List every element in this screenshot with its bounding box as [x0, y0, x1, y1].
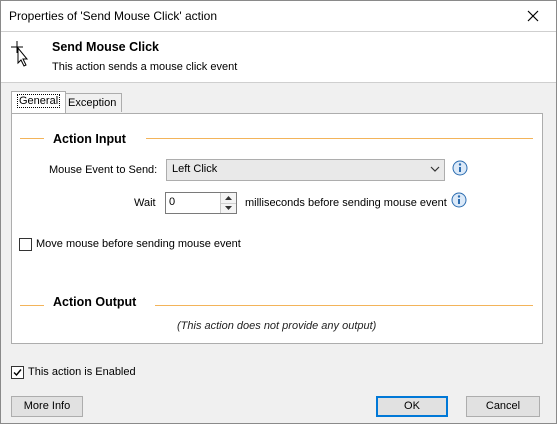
info-icon[interactable] — [452, 160, 468, 176]
window-title: Properties of 'Send Mouse Click' action — [9, 9, 218, 23]
spin-down-button[interactable] — [221, 203, 236, 213]
mouse-event-label: Mouse Event to Send: — [49, 164, 158, 176]
wait-ms-value: 0 — [169, 196, 176, 208]
move-mouse-label[interactable]: Move mouse before sending mouse event — [36, 238, 241, 250]
chevron-down-icon — [430, 166, 440, 172]
section-divider — [155, 305, 533, 306]
tab-general[interactable]: General — [11, 91, 67, 113]
section-divider — [20, 138, 44, 139]
mouse-event-value: Left Click — [172, 163, 218, 175]
section-divider — [146, 138, 533, 139]
action-output-title: Action Output — [53, 295, 137, 309]
close-icon — [527, 10, 539, 22]
enabled-checkbox[interactable] — [11, 366, 24, 379]
enabled-label[interactable]: This action is Enabled — [28, 366, 136, 378]
tab-exception-handling[interactable]: Exception Handling — [62, 93, 123, 127]
mouse-event-select[interactable]: Left Click — [166, 159, 445, 181]
title-bar[interactable]: Properties of 'Send Mouse Click' action — [1, 1, 556, 31]
wait-suffix-label: milliseconds before sending mouse event — [245, 197, 447, 209]
action-description: This action sends a mouse click event — [52, 61, 238, 73]
action-input-title: Action Input — [53, 132, 126, 146]
general-tab-panel: Action Input Mouse Event to Send: Left C… — [11, 113, 543, 344]
output-note: (This action does not provide any output… — [177, 320, 377, 332]
close-button[interactable] — [510, 1, 556, 31]
move-mouse-checkbox[interactable] — [19, 238, 32, 251]
spin-buttons — [220, 193, 236, 213]
mouse-pointer-icon — [11, 41, 29, 67]
section-divider — [20, 305, 44, 306]
tab-general-label: General — [17, 94, 61, 108]
more-info-button[interactable]: More Info — [11, 396, 83, 417]
action-header: Send Mouse Click This action sends a mou… — [1, 31, 556, 83]
spin-down-icon — [225, 206, 232, 210]
ok-button[interactable]: OK — [376, 396, 448, 417]
cancel-button[interactable]: Cancel — [466, 396, 540, 417]
check-icon — [13, 369, 22, 377]
spin-up-icon — [225, 196, 232, 200]
info-icon[interactable] — [451, 192, 467, 208]
dialog-window: Properties of 'Send Mouse Click' action … — [0, 0, 557, 424]
wait-ms-stepper[interactable]: 0 — [165, 192, 237, 214]
wait-label: Wait — [134, 197, 156, 209]
action-title: Send Mouse Click — [52, 40, 159, 54]
